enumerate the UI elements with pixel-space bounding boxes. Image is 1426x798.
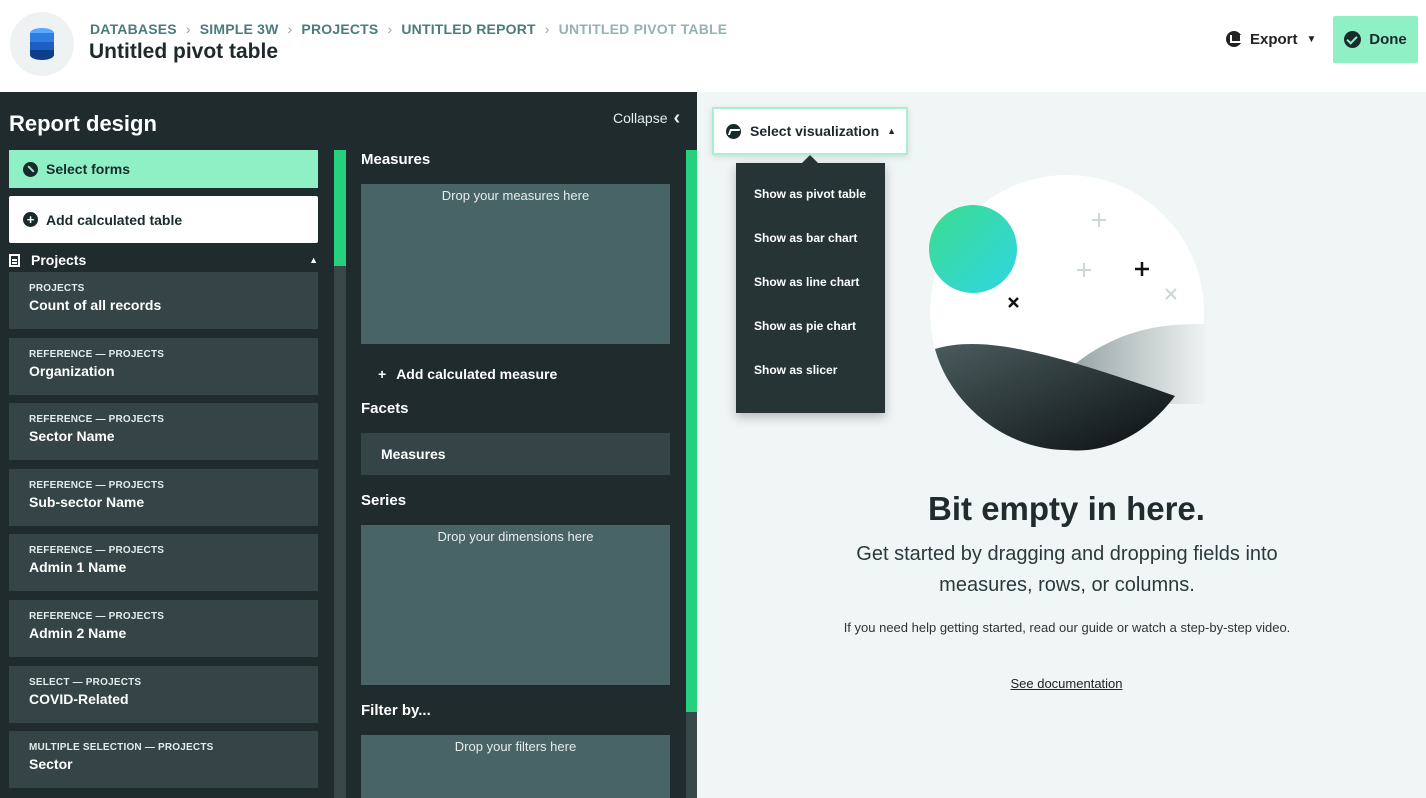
app-header: DATABASES › SIMPLE 3W › PROJECTS › UNTITLED RE… bbox=[0, 0, 1426, 92]
field-kind: SELECT — PROJECTS bbox=[29, 676, 142, 688]
select-visualization-label: Select visualization bbox=[750, 123, 880, 139]
breadcrumb-untitled-report[interactable]: UNTITLED REPORT bbox=[401, 21, 535, 37]
field-item[interactable]: SELECT — PROJECTS COVID-Related bbox=[9, 665, 318, 723]
add-calculated-measure-button[interactable]: + Add calculated measure bbox=[378, 366, 557, 382]
see-documentation-link[interactable]: See documentation bbox=[697, 676, 1426, 691]
field-item[interactable]: MULTIPLE SELECTION — PROJECTS Sector bbox=[9, 731, 318, 789]
form-icon bbox=[9, 253, 20, 267]
field-kind: MULTIPLE SELECTION — PROJECTS bbox=[29, 742, 214, 754]
field-name: COVID-Related bbox=[29, 690, 129, 707]
field-name: Sub-sector Name bbox=[29, 493, 145, 510]
field-item[interactable]: REFERENCE — PROJECTS Admin 1 Name bbox=[9, 534, 318, 592]
chart-icon bbox=[726, 123, 741, 139]
field-item[interactable]: PROJECTS Count of all records bbox=[9, 272, 318, 329]
caret-down-icon: ▼ bbox=[1306, 33, 1317, 45]
config-scroll-thumb[interactable] bbox=[686, 150, 697, 712]
field-kind: PROJECTS bbox=[29, 283, 85, 294]
viz-option-slicer[interactable]: Show as slicer bbox=[736, 363, 885, 407]
field-item[interactable]: REFERENCE — PROJECTS Admin 2 Name bbox=[9, 599, 318, 657]
breadcrumb-databases[interactable]: DATABASES bbox=[90, 21, 177, 37]
field-name: Admin 1 Name bbox=[29, 559, 127, 576]
select-visualization-button[interactable]: Select visualization ▲ bbox=[712, 107, 908, 155]
empty-state-help: If you need help getting started, read o… bbox=[843, 620, 1291, 635]
export-button[interactable]: Export ▼ bbox=[1226, 28, 1316, 50]
collapse-label: Collapse bbox=[613, 110, 668, 126]
field-list-scroll-thumb[interactable] bbox=[334, 150, 346, 266]
breadcrumb-separator-icon: › bbox=[287, 21, 293, 37]
report-canvas: Select visualization ▲ Show as pivot tab… bbox=[697, 92, 1426, 798]
add-calculated-table-label: Add calculated table bbox=[46, 211, 183, 228]
measures-drop-hint: Drop your measures here bbox=[441, 188, 590, 203]
check-circle-icon bbox=[1344, 31, 1362, 48]
pivot-config-panel: Collapse ‹ Measures Drop your measures h… bbox=[346, 92, 697, 798]
edit-icon bbox=[23, 161, 38, 177]
viz-option-bar-chart[interactable]: Show as bar chart bbox=[736, 231, 885, 275]
select-forms-label: Select forms bbox=[46, 161, 131, 177]
export-icon bbox=[1226, 31, 1242, 47]
field-item[interactable]: REFERENCE — PROJECTS Sub-sector Name bbox=[9, 468, 318, 526]
done-label: Done bbox=[1369, 31, 1407, 48]
export-label: Export bbox=[1250, 30, 1298, 48]
field-name: Sector bbox=[29, 756, 73, 773]
database-icon bbox=[10, 12, 74, 76]
report-design-panel: Report design Select forms + Add calcula… bbox=[0, 92, 346, 798]
filter-drop-hint: Drop your filters here bbox=[454, 739, 577, 754]
empty-state-illustration bbox=[929, 175, 1205, 451]
field-kind: REFERENCE — PROJECTS bbox=[29, 348, 165, 360]
field-kind: REFERENCE — PROJECTS bbox=[29, 414, 165, 426]
field-item[interactable]: REFERENCE — PROJECTS Organization bbox=[9, 337, 318, 395]
series-dropzone[interactable]: Drop your dimensions here bbox=[361, 525, 670, 685]
plus-icon: + bbox=[378, 366, 387, 382]
visualization-menu: Show as pivot table Show as bar chart Sh… bbox=[736, 155, 885, 413]
field-kind: REFERENCE — PROJECTS bbox=[29, 545, 165, 557]
breadcrumb: DATABASES › SIMPLE 3W › PROJECTS › UNTITLED RE… bbox=[90, 21, 727, 37]
add-calculated-measure-label: Add calculated measure bbox=[396, 366, 558, 382]
field-kind: REFERENCE — PROJECTS bbox=[29, 610, 165, 622]
select-forms-button[interactable]: Select forms bbox=[9, 150, 318, 188]
breadcrumb-separator-icon: › bbox=[387, 21, 393, 37]
collapse-up-icon[interactable]: ▲ bbox=[309, 255, 318, 265]
measures-heading: Measures bbox=[361, 151, 431, 168]
breadcrumb-current: UNTITLED PIVOT TABLE bbox=[558, 21, 728, 37]
add-calculated-table-button[interactable]: + Add calculated table bbox=[9, 196, 318, 243]
filter-dropzone[interactable]: Drop your filters here bbox=[361, 735, 670, 798]
series-drop-hint: Drop your dimensions here bbox=[437, 529, 594, 544]
measures-dropzone[interactable]: Drop your measures here bbox=[361, 184, 670, 344]
plus-circle-icon: + bbox=[23, 212, 38, 227]
field-item[interactable]: REFERENCE — PROJECTS Sector Name bbox=[9, 403, 318, 461]
breadcrumb-simple-3w[interactable]: SIMPLE 3W bbox=[200, 21, 279, 37]
empty-state-title: Bit empty in here. bbox=[928, 490, 1205, 527]
field-list: PROJECTS Count of all records REFERENCE … bbox=[9, 272, 318, 797]
field-name: Organization bbox=[29, 362, 115, 379]
page-title: Untitled pivot table bbox=[89, 40, 278, 63]
projects-group-header[interactable]: Projects ▲ bbox=[9, 250, 318, 270]
field-name: Sector Name bbox=[29, 428, 115, 445]
facet-item-measures[interactable]: Measures bbox=[361, 433, 670, 475]
facets-heading: Facets bbox=[361, 400, 409, 417]
empty-state-subtitle: Get started by dragging and dropping fie… bbox=[856, 543, 1278, 596]
field-kind: REFERENCE — PROJECTS bbox=[29, 479, 165, 491]
breadcrumb-separator-icon: › bbox=[544, 21, 550, 37]
collapse-button[interactable]: Collapse ‹ bbox=[613, 107, 681, 129]
projects-group-label: Projects bbox=[31, 252, 87, 268]
filter-heading: Filter by... bbox=[361, 702, 431, 719]
viz-option-pivot-table[interactable]: Show as pivot table bbox=[736, 187, 885, 231]
field-name: Admin 2 Name bbox=[29, 624, 127, 641]
field-name: Count of all records bbox=[29, 297, 162, 313]
viz-option-pie-chart[interactable]: Show as pie chart bbox=[736, 319, 885, 363]
viz-option-line-chart[interactable]: Show as line chart bbox=[736, 275, 885, 319]
breadcrumb-projects[interactable]: PROJECTS bbox=[301, 21, 378, 37]
series-heading: Series bbox=[361, 492, 407, 509]
done-button[interactable]: Done bbox=[1333, 16, 1418, 63]
panel-title: Report design bbox=[9, 111, 157, 136]
chevron-left-icon: ‹ bbox=[673, 107, 681, 129]
breadcrumb-separator-icon: › bbox=[185, 21, 191, 37]
caret-up-icon: ▲ bbox=[887, 126, 897, 136]
